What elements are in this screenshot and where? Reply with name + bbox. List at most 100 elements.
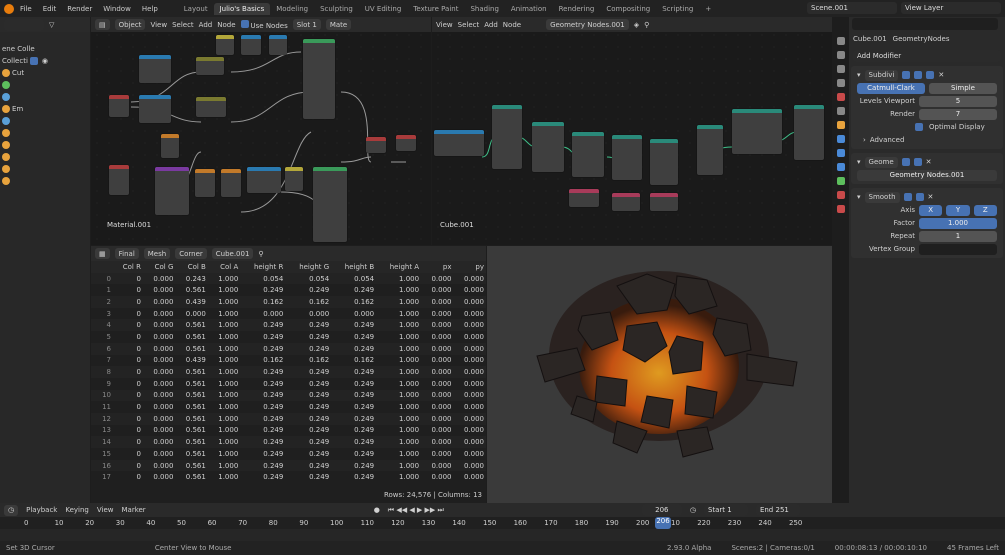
render-icon[interactable] xyxy=(926,71,935,79)
playback-controls[interactable]: ⏮ ◀◀ ◀ ▶ ▶▶ ⏭ xyxy=(388,506,444,515)
tab-texture-paint[interactable]: Texture Paint xyxy=(407,3,464,15)
outliner-row[interactable] xyxy=(0,175,90,187)
modifier-name[interactable]: Subdivi xyxy=(864,69,899,81)
scene-selector[interactable]: Scene.001 xyxy=(807,2,897,14)
close-icon[interactable]: ✕ xyxy=(926,158,932,166)
render-icon[interactable] xyxy=(836,51,845,59)
geo-node[interactable] xyxy=(569,189,599,207)
modifier-header[interactable]: ▾ Geome ✕ xyxy=(853,156,1001,168)
shader-node[interactable] xyxy=(269,35,287,55)
3d-viewport[interactable] xyxy=(487,246,832,503)
column-header[interactable]: Col B xyxy=(175,261,208,273)
object-selector[interactable]: Cube.001 xyxy=(211,248,254,259)
tab-compositing[interactable]: Compositing xyxy=(600,3,656,15)
catmull-clark-button[interactable]: Catmull-Clark xyxy=(857,82,925,94)
menu-render[interactable]: Render xyxy=(62,5,97,13)
texture-icon[interactable] xyxy=(836,205,845,213)
modifier-name[interactable]: Geome xyxy=(864,156,898,168)
render-levels-field[interactable]: 7 xyxy=(919,108,997,120)
column-header[interactable]: Col R xyxy=(113,261,143,273)
outliner-row[interactable]: Em xyxy=(0,103,90,115)
shader-node[interactable] xyxy=(241,35,261,55)
physics-icon[interactable] xyxy=(836,163,845,171)
shader-node[interactable] xyxy=(109,165,129,195)
editor-type-icon[interactable]: ▤ xyxy=(95,19,110,30)
repeat-field[interactable]: 1 xyxy=(919,230,997,242)
outliner-row[interactable]: Collecti ◉ xyxy=(0,55,90,67)
data-icon[interactable] xyxy=(836,177,845,185)
geo-node[interactable] xyxy=(794,105,824,160)
viewport-icon[interactable] xyxy=(914,71,923,79)
playhead[interactable]: 206 xyxy=(655,517,671,529)
clock-icon[interactable]: ◷ xyxy=(690,506,696,514)
shader-node[interactable] xyxy=(366,137,386,153)
blender-logo-icon[interactable] xyxy=(4,3,14,14)
add-workspace-icon[interactable]: + xyxy=(699,3,717,15)
object-mode-dropdown[interactable]: Object xyxy=(114,19,146,30)
view-layer-selector[interactable]: View Layer xyxy=(901,2,1001,14)
edit-mode-icon[interactable] xyxy=(903,193,912,201)
geo-node[interactable] xyxy=(434,130,484,156)
start-frame-field[interactable]: Start 1 xyxy=(703,504,748,516)
column-header[interactable]: height B xyxy=(331,261,377,273)
shader-node[interactable] xyxy=(247,167,281,193)
geo-node[interactable] xyxy=(697,125,723,175)
geo-node[interactable] xyxy=(612,135,642,180)
axis-y-toggle[interactable]: Y xyxy=(946,204,970,216)
menu-edit[interactable]: Edit xyxy=(38,5,62,13)
shader-node[interactable] xyxy=(303,39,335,119)
outliner-search-input[interactable] xyxy=(4,18,44,31)
pin-icon[interactable]: ⚲ xyxy=(258,250,263,258)
advanced-panel-toggle[interactable]: Advanced xyxy=(870,136,905,144)
menu-keying[interactable]: Keying xyxy=(65,506,89,514)
tab-animation[interactable]: Animation xyxy=(505,3,553,15)
menu-help[interactable]: Help xyxy=(137,5,163,13)
tab-uv-editing[interactable]: UV Editing xyxy=(359,3,408,15)
editor-type-icon[interactable]: ▦ xyxy=(95,248,110,259)
geo-node[interactable] xyxy=(732,109,782,154)
shader-node-editor[interactable]: ▤ Object View Select Add Node Use Nodes … xyxy=(91,17,431,245)
vertex-group-field[interactable] xyxy=(919,243,997,255)
levels-viewport-field[interactable]: 5 xyxy=(919,95,997,107)
node-group-selector[interactable]: Geometry Nodes.001 xyxy=(857,169,997,181)
tab-modeling[interactable]: Modeling xyxy=(270,3,314,15)
outliner-row[interactable] xyxy=(0,79,90,91)
scene-icon[interactable] xyxy=(836,93,845,101)
frame-ruler[interactable]: 0 10 20 30 40 50 60 70 80 90 100 110 120 130 140 150 160… xyxy=(0,517,1005,529)
modifier-header[interactable]: ▾ Subdivi ✕ xyxy=(853,69,1001,81)
outliner-row[interactable] xyxy=(0,127,90,139)
outliner-row[interactable] xyxy=(0,115,90,127)
outliner-row[interactable] xyxy=(0,151,90,163)
column-header[interactable]: height R xyxy=(240,261,286,273)
outliner-row[interactable] xyxy=(0,163,90,175)
wrench-icon[interactable] xyxy=(836,135,845,143)
column-header[interactable]: py xyxy=(453,261,486,273)
geo-node[interactable] xyxy=(492,105,522,169)
geo-node[interactable] xyxy=(612,193,640,211)
output-icon[interactable] xyxy=(836,65,845,73)
geo-node[interactable] xyxy=(572,132,604,177)
modifier-name[interactable]: Smooth xyxy=(864,191,900,203)
axis-z-toggle[interactable]: Z xyxy=(973,204,997,216)
tab-scripting[interactable]: Scripting xyxy=(656,3,699,15)
shader-node[interactable] xyxy=(139,95,171,123)
shader-node[interactable] xyxy=(313,167,347,242)
viewport-icon[interactable] xyxy=(915,193,924,201)
tab-sculpting[interactable]: Sculpting xyxy=(314,3,359,15)
world-icon[interactable] xyxy=(836,107,845,115)
shader-node[interactable] xyxy=(396,135,416,151)
outliner-row[interactable] xyxy=(0,91,90,103)
filter-icon[interactable]: ▽ xyxy=(49,21,54,29)
shader-node[interactable] xyxy=(139,55,171,83)
menu-view[interactable]: View xyxy=(97,506,114,514)
column-header[interactable]: px xyxy=(421,261,454,273)
view-layer-icon[interactable] xyxy=(836,79,845,87)
shader-node[interactable] xyxy=(221,169,241,197)
material-icon[interactable] xyxy=(836,191,845,199)
tool-icon[interactable] xyxy=(836,37,845,45)
shader-node[interactable] xyxy=(195,169,215,197)
shader-node[interactable] xyxy=(155,167,189,215)
tab-layout[interactable]: Layout xyxy=(178,3,214,15)
menu-select[interactable]: Select xyxy=(458,21,480,29)
shader-node[interactable] xyxy=(196,97,226,117)
